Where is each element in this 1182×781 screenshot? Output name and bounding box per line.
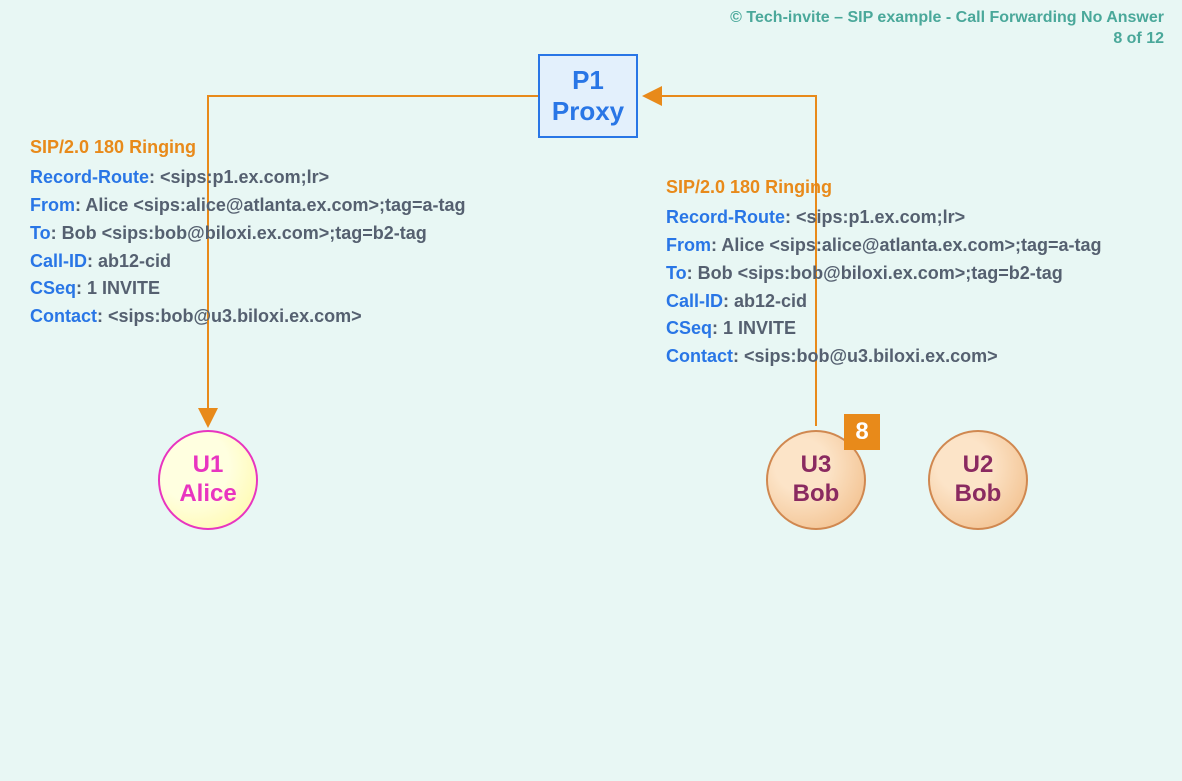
copyright-line1: © Tech-invite – SIP example - Call Forwa…: [730, 8, 1164, 29]
proxy-label-1: P1: [572, 65, 604, 96]
header-contact: Contact: <sips:bob@u3.biloxi.ex.com>: [30, 303, 466, 331]
header-cseq: CSeq: 1 INVITE: [666, 315, 1102, 343]
node-alice-l1: U1: [193, 451, 224, 480]
node-u2-l1: U2: [963, 451, 994, 480]
status-line: SIP/2.0 180 Ringing: [30, 134, 466, 162]
node-u3-l2: Bob: [793, 480, 840, 509]
step-number-badge: 8: [844, 414, 880, 450]
header-call-id: Call-ID: ab12-cid: [666, 288, 1102, 316]
header-from: From: Alice <sips:alice@atlanta.ex.com>;…: [666, 232, 1102, 260]
header-record-route: Record-Route: <sips:p1.ex.com;lr>: [30, 164, 466, 192]
node-u3-l1: U3: [801, 451, 832, 480]
node-u2-l2: Bob: [955, 480, 1002, 509]
header-call-id: Call-ID: ab12-cid: [30, 248, 466, 276]
header-to: To: Bob <sips:bob@biloxi.ex.com>;tag=b2-…: [30, 220, 466, 248]
header-contact: Contact: <sips:bob@u3.biloxi.ex.com>: [666, 343, 1102, 371]
copyright-notice: © Tech-invite – SIP example - Call Forwa…: [730, 8, 1164, 50]
node-alice-l2: Alice: [179, 480, 236, 509]
header-from: From: Alice <sips:alice@atlanta.ex.com>;…: [30, 192, 466, 220]
proxy-node: P1 Proxy: [538, 54, 638, 138]
header-to: To: Bob <sips:bob@biloxi.ex.com>;tag=b2-…: [666, 260, 1102, 288]
header-cseq: CSeq: 1 INVITE: [30, 275, 466, 303]
copyright-line2: 8 of 12: [730, 29, 1164, 50]
status-line: SIP/2.0 180 Ringing: [666, 174, 1102, 202]
sip-message-right: SIP/2.0 180 Ringing Record-Route: <sips:…: [666, 174, 1102, 371]
node-u2-bob: U2 Bob: [928, 430, 1028, 530]
node-u1-alice: U1 Alice: [158, 430, 258, 530]
header-record-route: Record-Route: <sips:p1.ex.com;lr>: [666, 204, 1102, 232]
sip-message-left: SIP/2.0 180 Ringing Record-Route: <sips:…: [30, 134, 466, 331]
proxy-label-2: Proxy: [552, 96, 624, 127]
